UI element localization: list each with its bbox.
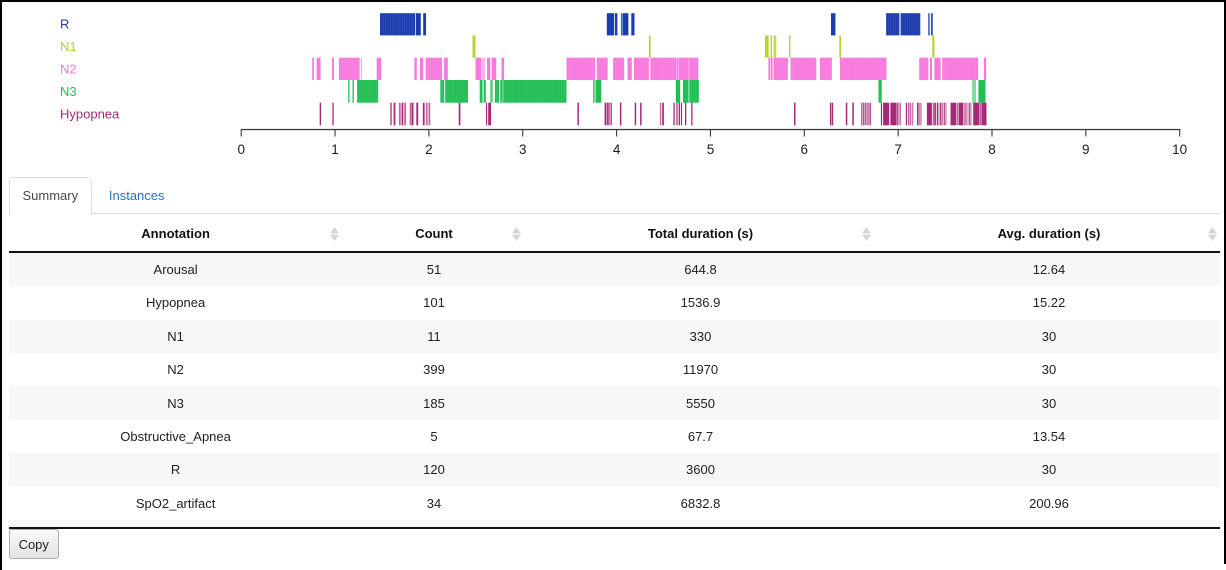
svg-text:3: 3 [519,142,527,157]
svg-text:8: 8 [988,142,996,157]
svg-text:6: 6 [801,142,809,157]
svg-text:R: R [60,17,69,32]
svg-text:10: 10 [1172,142,1187,157]
svg-text:0: 0 [237,142,245,157]
svg-text:N2: N2 [60,62,77,77]
svg-text:1: 1 [331,142,339,157]
svg-text:5: 5 [707,142,715,157]
svg-text:N1: N1 [60,39,77,54]
svg-text:N3: N3 [60,84,77,99]
svg-text:4: 4 [613,142,621,157]
svg-text:7: 7 [894,142,902,157]
svg-text:9: 9 [1082,142,1090,157]
svg-text:2: 2 [425,142,433,157]
svg-text:Hypopnea: Hypopnea [60,106,120,121]
